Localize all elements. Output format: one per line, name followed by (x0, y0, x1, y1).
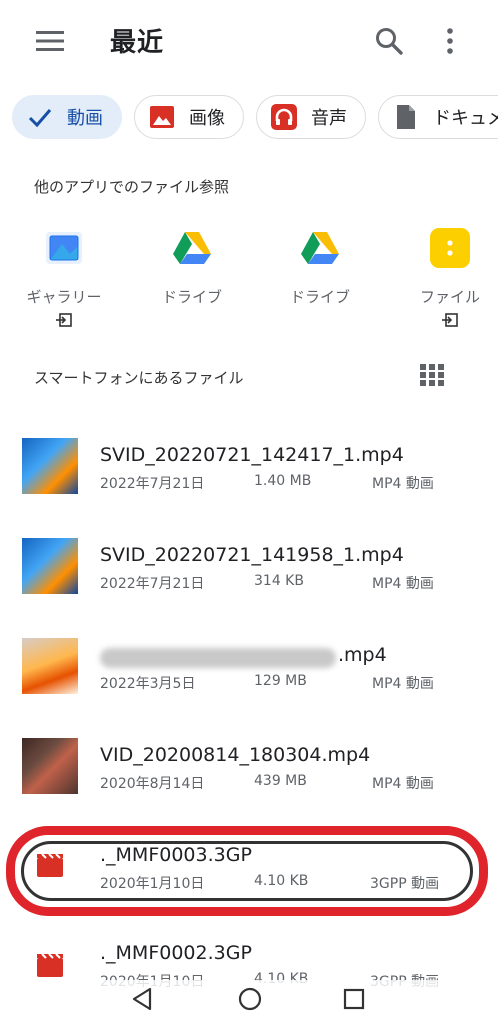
file-row[interactable]: .mp4 2022年3月5日 129 MB MP4 動画 (0, 618, 498, 714)
file-size: 1.40 MB (254, 473, 312, 489)
headphones-icon (271, 104, 297, 130)
page-title: 最近 (110, 28, 165, 58)
file-row[interactable]: SVID_20220721_142417_1.mp4 2022年7月21日 1.… (0, 420, 498, 516)
app-label: ドライブ (161, 288, 222, 306)
chip-label: 動画 (67, 108, 103, 129)
chip-label: 音声 (311, 108, 347, 129)
video-file-icon (37, 953, 63, 977)
chip-label: ドキュメ (433, 108, 498, 129)
chip-videos[interactable]: 動画 (12, 95, 122, 139)
home-icon[interactable] (237, 986, 263, 1012)
file-name: SVID_20220721_142417_1.mp4 (100, 444, 404, 466)
system-navigation-bar (0, 980, 498, 1024)
search-icon[interactable] (374, 26, 404, 56)
back-icon[interactable] (130, 986, 154, 1012)
file-row[interactable]: SVID_20220721_141958_1.mp4 2022年7月21日 31… (0, 518, 498, 614)
app-label: ファイル (419, 288, 480, 306)
hamburger-menu-icon[interactable] (36, 31, 64, 51)
file-date: 2020年8月14日 (100, 776, 205, 792)
app-gallery[interactable]: ギャラリー (14, 224, 114, 331)
file-type: MP4 動画 (372, 676, 434, 692)
file-size: 439 MB (254, 773, 307, 789)
blurred-file-name (100, 648, 336, 668)
file-row[interactable]: VID_20200814_180304.mp4 2020年8月14日 439 M… (0, 718, 498, 814)
gallery-icon (40, 224, 88, 272)
file-date: 2022年7月21日 (100, 476, 205, 492)
chip-images[interactable]: 画像 (134, 95, 244, 139)
file-size: 129 MB (254, 673, 307, 689)
recents-icon[interactable] (342, 987, 366, 1011)
file-size: 4.10 KB (254, 873, 309, 889)
section-header-phone-files: スマートフォンにあるファイル (34, 369, 244, 387)
check-icon (28, 109, 52, 128)
google-drive-icon (168, 224, 216, 272)
video-thumbnail (22, 538, 78, 594)
app-drive-1[interactable]: ドライブ (142, 224, 242, 307)
file-type: 3GPP 動画 (370, 876, 440, 892)
file-date: 2022年3月5日 (100, 676, 196, 692)
video-thumbnail (22, 738, 78, 794)
open-external-icon (56, 313, 72, 327)
file-name: ._MMF0002.3GP (100, 942, 252, 964)
file-name: ._MMF0003.3GP (100, 844, 252, 866)
grid-view-icon[interactable] (420, 364, 444, 386)
app-files[interactable]: ファイル (400, 224, 498, 331)
more-options-icon[interactable] (440, 26, 460, 56)
file-date: 2020年1月10日 (100, 876, 205, 892)
app-label: ドライブ (289, 288, 350, 306)
image-icon (150, 106, 174, 128)
file-type: MP4 動画 (372, 576, 434, 592)
files-app-icon (426, 224, 474, 272)
file-size: 314 KB (254, 573, 304, 589)
file-row[interactable]: ._MMF0003.3GP 2020年1月10日 4.10 KB 3GPP 動画 (0, 818, 498, 914)
app-label: ギャラリー (26, 288, 102, 306)
filter-chips: 動画 画像 音声 ドキュメ (0, 95, 498, 141)
file-name: VID_20200814_180304.mp4 (100, 744, 371, 766)
open-external-icon (442, 313, 458, 327)
chip-audio[interactable]: 音声 (256, 95, 366, 139)
top-app-bar: 最近 (0, 0, 498, 80)
document-icon (397, 105, 415, 129)
file-name: .mp4 (338, 644, 387, 666)
video-thumbnail (22, 638, 78, 694)
file-type: MP4 動画 (372, 776, 434, 792)
chip-label: 画像 (189, 108, 225, 129)
file-name: SVID_20220721_141958_1.mp4 (100, 544, 404, 566)
file-type: MP4 動画 (372, 476, 434, 492)
google-drive-icon (296, 224, 344, 272)
video-thumbnail (22, 438, 78, 494)
chip-documents[interactable]: ドキュメ (378, 95, 498, 139)
app-drive-2[interactable]: ドライブ (270, 224, 370, 307)
section-header-other-apps: 他のアプリでのファイル参照 (34, 178, 230, 196)
video-file-icon (37, 853, 63, 877)
file-date: 2022年7月21日 (100, 576, 205, 592)
